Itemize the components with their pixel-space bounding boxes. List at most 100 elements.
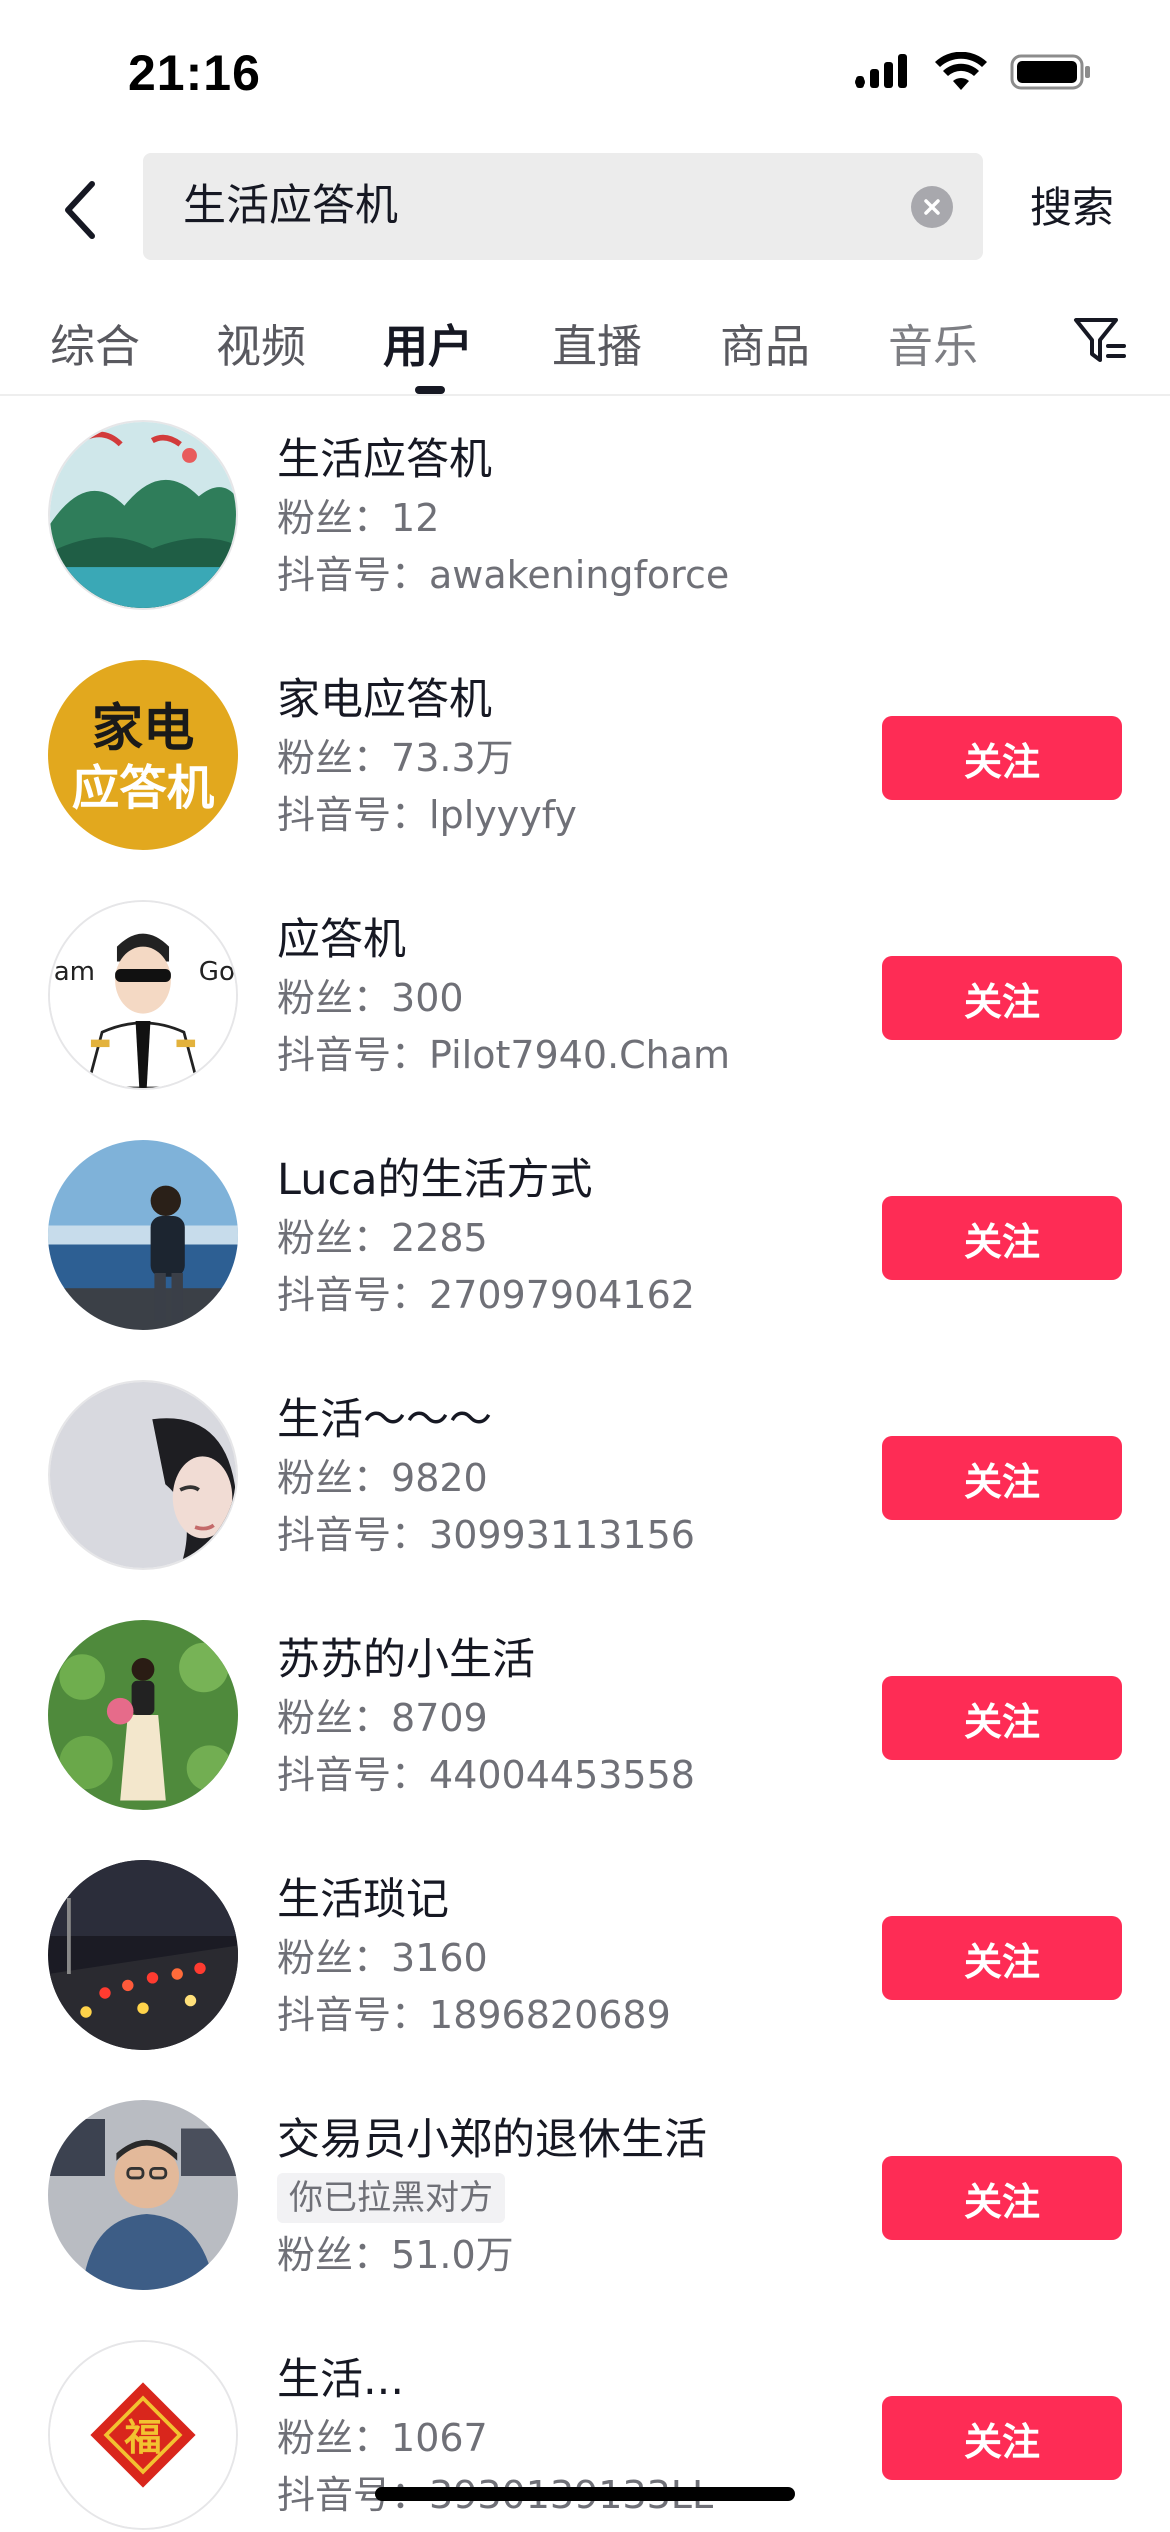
tab-music[interactable]: 音乐 — [888, 310, 978, 375]
douyin-id-label: 抖音号： — [277, 1753, 430, 1797]
fans-value: 2285 — [391, 1216, 488, 1260]
fans-value: 3160 — [391, 1936, 488, 1980]
fans-count: 粉丝：2285 — [277, 1210, 877, 1267]
douyin-id-value: 1896820689 — [429, 1993, 671, 2037]
status-bar: 21:16 — [0, 0, 1170, 140]
follow-button[interactable]: 关注 — [882, 2156, 1122, 2240]
filter-button[interactable] — [1070, 310, 1130, 370]
user-result-row[interactable]: 苏苏的小生活 粉丝：8709 抖音号：44004453558 关注 — [0, 1600, 1170, 1840]
fans-label: 粉丝： — [277, 2233, 392, 2277]
user-result-row[interactable]: 家电 应答机 家电应答机 粉丝：73.3万 抖音号：lplyyyfy 关注 — [0, 640, 1170, 880]
fans-count: 粉丝：12 — [277, 490, 877, 547]
tab-products[interactable]: 商品 — [720, 310, 810, 375]
tab-users[interactable]: 用户 — [383, 310, 473, 375]
fans-value: 12 — [391, 496, 440, 540]
fans-label: 粉丝： — [277, 1936, 392, 1980]
search-input-value: 生活应答机 — [183, 181, 398, 231]
user-avatar[interactable] — [48, 1380, 238, 1570]
follow-button[interactable]: 关注 — [882, 2396, 1122, 2480]
fans-value: 73.3万 — [391, 736, 514, 780]
tab-comprehensive[interactable]: 综合 — [50, 310, 140, 375]
clear-search-button[interactable] — [911, 186, 953, 228]
douyin-id-value: 30993113156 — [429, 1513, 695, 1557]
user-avatar[interactable] — [48, 1860, 238, 2050]
user-name: 生活应答机 — [277, 435, 492, 485]
cellular-signal-icon — [852, 52, 912, 96]
user-result-row[interactable]: Luca的生活方式 粉丝：2285 抖音号：27097904162 关注 — [0, 1120, 1170, 1360]
fans-count: 粉丝：51.0万 — [277, 2227, 877, 2284]
fans-count: 粉丝：9820 — [277, 1450, 877, 1507]
follow-button[interactable]: 关注 — [882, 1916, 1122, 2000]
home-indicator[interactable] — [375, 2487, 795, 2501]
user-info: 生活应答机 粉丝：12 抖音号：awakeningforce — [277, 430, 877, 604]
fans-count: 粉丝：3160 — [277, 1930, 877, 1987]
fans-value: 51.0万 — [391, 2233, 514, 2277]
fans-value: 300 — [391, 976, 464, 1020]
douyin-id: 抖音号：Pilot7940.Cham — [277, 1027, 877, 1084]
douyin-id-value: 27097904162 — [429, 1273, 695, 1317]
user-result-row[interactable]: 生活～～～ 粉丝：9820 抖音号：30993113156 关注 — [0, 1360, 1170, 1600]
tab-videos[interactable]: 视频 — [216, 310, 306, 375]
follow-button[interactable]: 关注 — [882, 716, 1122, 800]
fans-label: 粉丝： — [277, 2416, 392, 2460]
follow-button[interactable]: 关注 — [882, 956, 1122, 1040]
tab-live[interactable]: 直播 — [552, 310, 642, 375]
avatar-text-left: am — [54, 957, 95, 987]
fans-label: 粉丝： — [277, 1216, 392, 1260]
douyin-id: 抖音号：27097904162 — [277, 1267, 877, 1324]
follow-button[interactable]: 关注 — [882, 1676, 1122, 1760]
douyin-id-value: Pilot7940.Cham — [429, 1033, 731, 1077]
status-time: 21:16 — [128, 45, 261, 101]
user-result-row[interactable]: 交易员小郑的退休生活 你已拉黑对方 粉丝：51.0万 关注 — [0, 2080, 1170, 2320]
user-avatar[interactable]: am Go — [48, 900, 238, 1090]
douyin-id-label: 抖音号： — [277, 1993, 430, 2037]
user-result-list: 生活应答机 粉丝：12 抖音号：awakeningforce 家电 应答机 家电… — [0, 400, 1170, 2532]
douyin-id-label: 抖音号： — [277, 1273, 430, 1317]
user-avatar[interactable] — [48, 420, 238, 610]
avatar-text-right: Go — [199, 957, 235, 987]
search-tabs: 综合 视频 用户 直播 商品 音乐 — [0, 290, 1170, 396]
user-name: 生活琐记 — [277, 1875, 449, 1925]
user-avatar[interactable] — [48, 2100, 238, 2290]
user-info: Luca的生活方式 粉丝：2285 抖音号：27097904162 — [277, 1150, 877, 1324]
fans-label: 粉丝： — [277, 1456, 392, 1500]
blocked-tag: 你已拉黑对方 — [277, 2173, 505, 2223]
douyin-id-value: lplyyyfy — [429, 793, 577, 837]
avatar-text-line2: 应答机 — [72, 761, 215, 816]
user-name: 应答机 — [277, 915, 406, 965]
user-name: 交易员小郑的退休生活 — [277, 2115, 707, 2165]
user-result-row[interactable]: 生活琐记 粉丝：3160 抖音号：1896820689 关注 — [0, 1840, 1170, 2080]
user-info: 生活琐记 粉丝：3160 抖音号：1896820689 — [277, 1870, 877, 2044]
fans-value: 9820 — [391, 1456, 488, 1500]
user-avatar[interactable]: 福 — [48, 2340, 238, 2530]
fans-label: 粉丝： — [277, 496, 392, 540]
user-avatar[interactable] — [48, 1140, 238, 1330]
avatar-text-line1: 家电 — [92, 699, 195, 759]
search-submit-button[interactable]: 搜索 — [1030, 170, 1114, 245]
fans-count: 粉丝：73.3万 — [277, 730, 877, 787]
user-info: 苏苏的小生活 粉丝：8709 抖音号：44004453558 — [277, 1630, 877, 1804]
fans-label: 粉丝： — [277, 1696, 392, 1740]
douyin-id: 抖音号：44004453558 — [277, 1747, 877, 1804]
back-button[interactable] — [40, 165, 120, 255]
user-result-row[interactable]: 生活应答机 粉丝：12 抖音号：awakeningforce — [0, 400, 1170, 640]
douyin-id-label: 抖音号： — [277, 793, 430, 837]
douyin-id: 抖音号：1896820689 — [277, 1987, 877, 2044]
fans-label: 粉丝： — [277, 736, 392, 780]
user-info: 生活～～～ 粉丝：9820 抖音号：30993113156 — [277, 1390, 877, 1564]
user-avatar[interactable] — [48, 1620, 238, 1810]
douyin-id-label: 抖音号： — [277, 1513, 430, 1557]
follow-button[interactable]: 关注 — [882, 1436, 1122, 1520]
user-name: 家电应答机 — [277, 675, 492, 725]
user-avatar[interactable]: 家电 应答机 — [48, 660, 238, 850]
search-input[interactable]: 生活应答机 — [143, 153, 983, 260]
follow-button[interactable]: 关注 — [882, 1196, 1122, 1280]
douyin-id: 抖音号：lplyyyfy — [277, 787, 877, 844]
battery-icon — [1010, 52, 1092, 96]
user-result-row[interactable]: am Go 应答机 粉丝：300 抖音号：Pilot7940.Cham 关注 — [0, 880, 1170, 1120]
douyin-id: 抖音号：30993113156 — [277, 1507, 877, 1564]
status-icons — [852, 51, 1092, 96]
user-info: 家电应答机 粉丝：73.3万 抖音号：lplyyyfy — [277, 670, 877, 844]
filter-icon — [1074, 318, 1126, 362]
fans-count: 粉丝：1067 — [277, 2410, 877, 2467]
